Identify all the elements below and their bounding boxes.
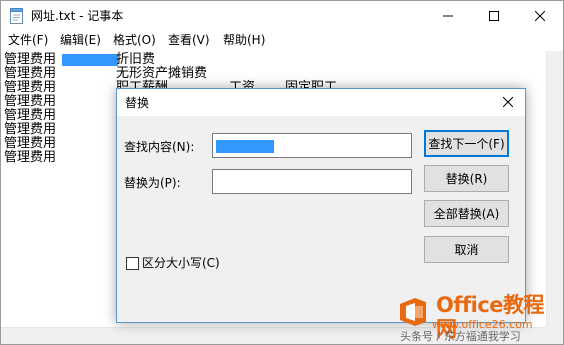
dialog-titlebar[interactable]: 替换	[117, 89, 525, 116]
find-next-button[interactable]: 查找下一个(F)	[424, 130, 509, 157]
menu-bar: 文件(F) 编辑(E) 格式(O) 查看(V) 帮助(H)	[1, 31, 563, 51]
line-text-a: 管理费用	[4, 94, 57, 109]
editor-line: 管理费用 无形资产摊销费	[4, 67, 544, 81]
menu-format[interactable]: 格式(O)	[113, 32, 156, 49]
line-text-b: 无形资产摊销费	[116, 66, 208, 81]
line-text-a: 管理费用	[4, 52, 57, 67]
replace-all-button[interactable]: 全部替换(A)	[424, 200, 509, 227]
notepad-icon	[9, 8, 24, 24]
window-title: 网址.txt - 记事本	[31, 9, 124, 23]
line-text-a: 管理费用	[4, 80, 57, 95]
window-titlebar[interactable]: 网址.txt - 记事本	[1, 1, 563, 31]
line-text-a: 管理费用	[4, 150, 57, 165]
match-case-checkbox[interactable]	[126, 257, 139, 270]
find-text-selection	[216, 140, 274, 153]
minimize-button[interactable]	[425, 1, 471, 31]
line-text-a: 管理费用	[4, 108, 57, 123]
replace-button[interactable]: 替换(R)	[424, 165, 509, 192]
line-text-a: 管理费用	[4, 66, 57, 81]
watermark-caption: 头条号 / 东方福通我学习	[400, 330, 521, 343]
line-text-b: 折旧费	[116, 52, 156, 67]
menu-edit[interactable]: 编辑(E)	[60, 32, 101, 49]
dialog-close-button[interactable]	[497, 92, 519, 114]
replace-dialog: 替换 查找内容(N): 替换为(P): 查找下一个(F) 替换(R) 全部替换(…	[116, 88, 526, 323]
find-input[interactable]	[212, 133, 412, 158]
maximize-button[interactable]	[471, 1, 517, 31]
match-case-label[interactable]: 区分大小写(C)	[142, 255, 220, 271]
close-icon	[502, 96, 514, 110]
cancel-button[interactable]: 取消	[424, 236, 509, 263]
text-selection	[62, 54, 118, 66]
dialog-title: 替换	[125, 96, 150, 110]
find-label: 查找内容(N):	[124, 140, 195, 154]
menu-view[interactable]: 查看(V)	[168, 32, 210, 49]
replace-input[interactable]	[212, 169, 412, 194]
menu-file[interactable]: 文件(F)	[8, 32, 48, 49]
close-button[interactable]	[517, 1, 563, 31]
line-text-a: 管理费用	[4, 122, 57, 137]
office-logo-icon	[398, 297, 428, 327]
line-text-a: 管理费用	[4, 136, 57, 151]
replace-label: 替换为(P):	[124, 176, 181, 190]
menu-help[interactable]: 帮助(H)	[223, 32, 265, 49]
editor-line: 管理费用 折旧费	[4, 53, 544, 67]
vertical-scrollbar[interactable]	[546, 51, 563, 327]
